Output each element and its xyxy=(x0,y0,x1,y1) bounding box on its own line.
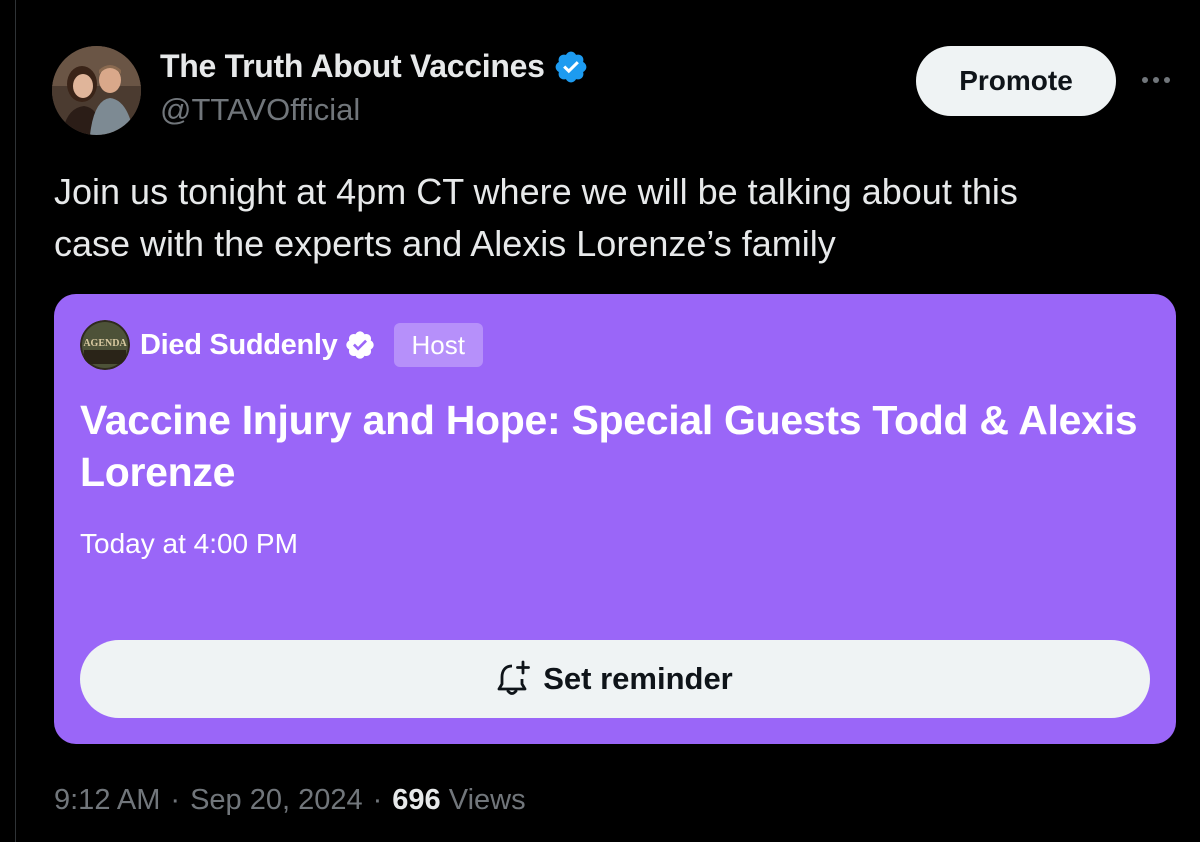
tweet-meta: 9:12 AM · Sep 20, 2024 · 696 Views xyxy=(54,784,526,817)
views-stat[interactable]: 696 Views xyxy=(392,784,525,817)
author-name-row: The Truth About Vaccines xyxy=(160,48,589,85)
meta-separator: · xyxy=(372,784,383,816)
meta-separator: · xyxy=(170,784,181,816)
space-host-row: AGENDA Died Suddenly Host xyxy=(80,320,483,370)
views-label: Views xyxy=(448,784,526,816)
host-avatar[interactable]: AGENDA xyxy=(80,320,130,370)
author-display-name[interactable]: The Truth About Vaccines xyxy=(160,48,545,85)
host-name[interactable]: Died Suddenly xyxy=(140,329,338,362)
tweet-date[interactable]: Sep 20, 2024 xyxy=(190,784,363,817)
views-count: 696 xyxy=(392,784,441,816)
tweet-text: Join us tonight at 4pm CT where we will … xyxy=(54,171,1018,264)
bell-plus-icon xyxy=(497,660,531,695)
tweet-time[interactable]: 9:12 AM xyxy=(54,784,160,817)
promote-button[interactable]: Promote xyxy=(916,46,1116,116)
set-reminder-button[interactable]: Set reminder xyxy=(80,640,1150,718)
space-card[interactable]: AGENDA Died Suddenly Host Vaccine Injury… xyxy=(54,294,1176,744)
host-avatar-text: AGENDA xyxy=(83,338,127,349)
host-verified-icon xyxy=(345,331,374,359)
space-title: Vaccine Injury and Hope: Special Guests … xyxy=(80,397,1138,495)
verified-badge-icon xyxy=(555,51,586,82)
timeline-divider xyxy=(15,0,16,842)
more-horizontal-icon[interactable] xyxy=(1138,62,1174,98)
host-badge: Host xyxy=(393,323,483,367)
author-avatar[interactable] xyxy=(52,46,141,135)
set-reminder-label: Set reminder xyxy=(543,661,733,696)
author-handle[interactable]: @TTAVOfficial xyxy=(160,92,360,128)
space-time: Today at 4:00 PM xyxy=(80,528,298,559)
